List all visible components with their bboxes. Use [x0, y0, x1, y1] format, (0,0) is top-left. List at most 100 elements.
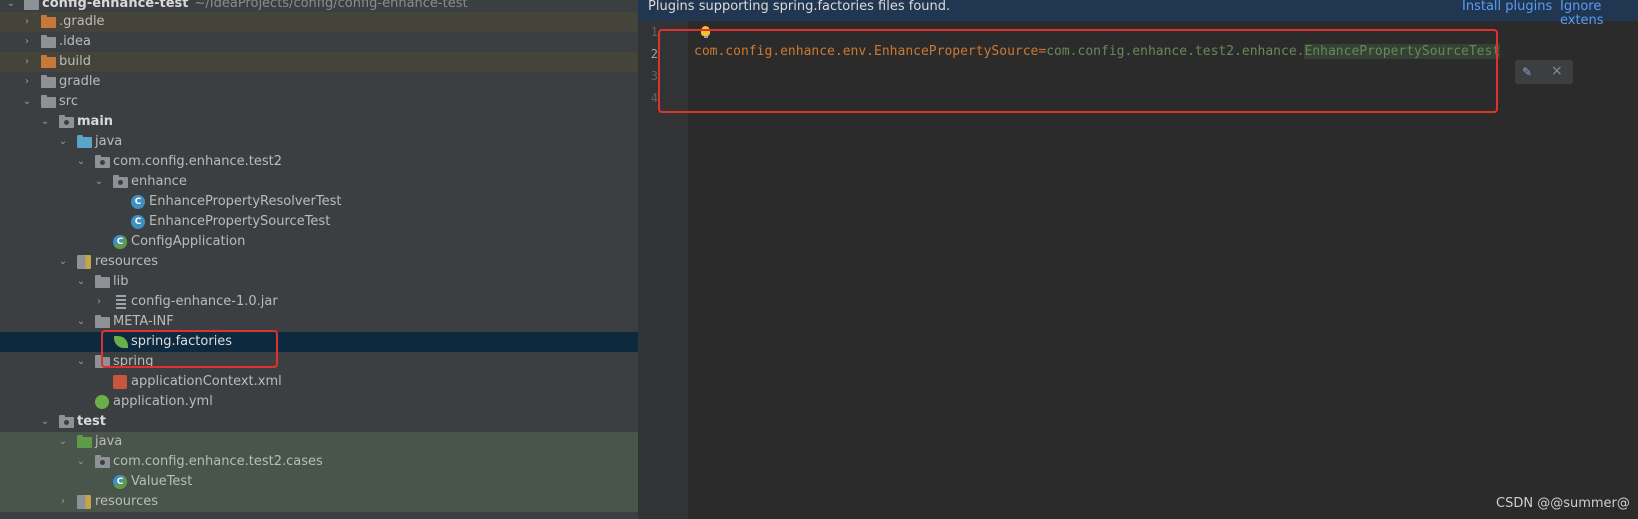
tree-row-test-resources[interactable]: › resources [0, 492, 638, 512]
tree-item-label: config-enhance-1.0.jar [131, 294, 278, 309]
tree-row-main-resources[interactable]: ⌄ resources [0, 252, 638, 272]
tree-row-meta-inf[interactable]: ⌄ META-INF [0, 312, 638, 332]
line-number: 3 [650, 69, 658, 83]
jar-icon [116, 295, 126, 309]
folder-gray-icon [95, 355, 110, 368]
folder-orange-icon [41, 15, 56, 28]
plugin-suggestion-banner: Plugins supporting spring.factories file… [638, 0, 1638, 28]
chevron-down-icon[interactable]: ⌄ [74, 452, 88, 472]
spring-boot-class-icon: C [113, 235, 127, 249]
tree-row-build[interactable]: › build [0, 52, 638, 72]
tree-item-label: enhance [131, 174, 187, 189]
chevron-right-icon[interactable]: › [56, 492, 70, 512]
line-number: 1 [650, 25, 658, 39]
tree-item-label: com.config.enhance.test2 [113, 154, 283, 169]
tree-row-jar[interactable]: › config-enhance-1.0.jar [0, 292, 638, 312]
ignore-extension-link[interactable]: Ignore extens [1560, 0, 1638, 28]
tree-root-path: ~/IdeaProjects/config/config-enhance-tes… [194, 0, 468, 11]
tree-item-label: main [77, 114, 114, 129]
tree-row-spring[interactable]: ⌄ spring [0, 352, 638, 372]
tree-row-main[interactable]: ⌄ main [0, 112, 638, 132]
tree-row-source-test[interactable]: C EnhancePropertySourceTest [0, 212, 638, 232]
tree-row-test-java[interactable]: ⌄ java [0, 432, 638, 452]
editor-panel[interactable]: Plugins supporting spring.factories file… [638, 0, 1638, 519]
tree-item-label: .gradle [59, 14, 105, 29]
tree-item-label: lib [113, 274, 129, 289]
chevron-down-icon[interactable]: ⌄ [92, 172, 106, 192]
yml-file-icon [95, 395, 109, 409]
tree-row-package-enhance[interactable]: ⌄ enhance [0, 172, 638, 192]
line-number: 2 [650, 47, 658, 61]
xml-file-icon [113, 375, 127, 389]
property-value-package: com.config.enhance.test2.enhance. [1046, 44, 1305, 59]
chevron-down-icon[interactable]: ⌄ [38, 412, 52, 432]
chevron-right-icon[interactable]: › [92, 292, 106, 312]
tree-item-label: java [95, 134, 123, 149]
tree-item-label: application.yml [113, 394, 213, 409]
tree-item-label: com.config.enhance.test2.cases [113, 454, 323, 469]
tree-row-test[interactable]: ⌄ test [0, 412, 638, 432]
chevron-right-icon[interactable]: › [20, 32, 34, 52]
folder-gray-icon [41, 95, 56, 108]
code-line-2[interactable]: com.config.enhance.env.EnhancePropertySo… [694, 44, 1501, 59]
tree-row-app-context[interactable]: applicationContext.xml [0, 372, 638, 392]
tree-row-lib[interactable]: ⌄ lib [0, 272, 638, 292]
chevron-down-icon[interactable]: ⌄ [38, 112, 52, 132]
tree-row-package-cases[interactable]: ⌄ com.config.enhance.test2.cases [0, 452, 638, 472]
tree-row-partial [0, 512, 638, 519]
spring-boot-class-icon: C [113, 475, 127, 489]
chevron-down-icon[interactable]: ⌄ [74, 152, 88, 172]
chevron-down-icon[interactable]: ⌄ [56, 252, 70, 272]
tree-row-gradle-dir[interactable]: › .gradle [0, 12, 638, 32]
tree-row-resolver-test[interactable]: C EnhancePropertyResolverTest [0, 192, 638, 212]
chevron-right-icon[interactable]: › [20, 52, 34, 72]
tree-item-label: build [59, 54, 91, 69]
tree-item-label: test [77, 414, 106, 429]
tree-item-label: ValueTest [131, 474, 193, 489]
module-folder-icon [24, 0, 39, 10]
tree-row-gradle[interactable]: › gradle [0, 72, 638, 92]
chevron-right-icon[interactable]: › [20, 12, 34, 32]
tree-item-label: EnhancePropertySourceTest [149, 214, 331, 229]
project-tree-panel: ⌄ config-enhance-test ~/IdeaProjects/conf… [0, 0, 638, 519]
tree-item-label: resources [95, 254, 159, 269]
tree-row-application-yml[interactable]: application.yml [0, 392, 638, 412]
tree-row-spring-factories[interactable]: spring.factories [0, 332, 638, 352]
line-number: 4 [650, 91, 658, 105]
tree-item-label: ConfigApplication [131, 234, 246, 249]
package-icon [113, 175, 128, 188]
property-value-class: EnhancePropertySourceTest [1304, 44, 1501, 59]
chevron-down-icon[interactable]: ⌄ [74, 312, 88, 332]
package-icon [95, 155, 110, 168]
close-icon[interactable]: × [1551, 63, 1563, 79]
chevron-down-icon[interactable]: ⌄ [74, 272, 88, 292]
folder-orange-icon [41, 55, 56, 68]
line-number-gutter: 1 2 3 4 [638, 21, 688, 519]
highlight-box-code [658, 29, 1498, 113]
tree-row-idea[interactable]: › .idea [0, 32, 638, 52]
tree-row-main-java[interactable]: ⌄ java [0, 132, 638, 152]
folder-blue-icon [77, 135, 92, 148]
chevron-down-icon[interactable]: ⌄ [20, 92, 34, 112]
chevron-down-icon[interactable]: ⌄ [56, 432, 70, 452]
tree-item-label: java [95, 434, 123, 449]
folder-gray-icon [95, 315, 110, 328]
tree-row-package-test2[interactable]: ⌄ com.config.enhance.test2 [0, 152, 638, 172]
tree-item-label: META-INF [113, 314, 174, 329]
folder-gray-icon [95, 275, 110, 288]
install-plugins-link[interactable]: Install plugins [1462, 0, 1552, 14]
tree-item-label: spring [113, 354, 154, 369]
spring-leaf-icon [114, 336, 128, 348]
tree-row-src[interactable]: ⌄ src [0, 92, 638, 112]
lightbulb-icon[interactable] [701, 26, 710, 38]
resources-folder-icon [77, 495, 91, 509]
inspection-widget: ✎ × [1515, 60, 1573, 84]
inspection-status-icon[interactable]: ✎ [1522, 65, 1538, 79]
chevron-right-icon[interactable]: › [20, 72, 34, 92]
chevron-down-icon[interactable]: ⌄ [74, 352, 88, 372]
tree-item-label: EnhancePropertyResolverTest [149, 194, 342, 209]
tree-row-value-test[interactable]: C ValueTest [0, 472, 638, 492]
class-icon: C [131, 215, 145, 229]
chevron-down-icon[interactable]: ⌄ [56, 132, 70, 152]
tree-row-config-application[interactable]: C ConfigApplication [0, 232, 638, 252]
